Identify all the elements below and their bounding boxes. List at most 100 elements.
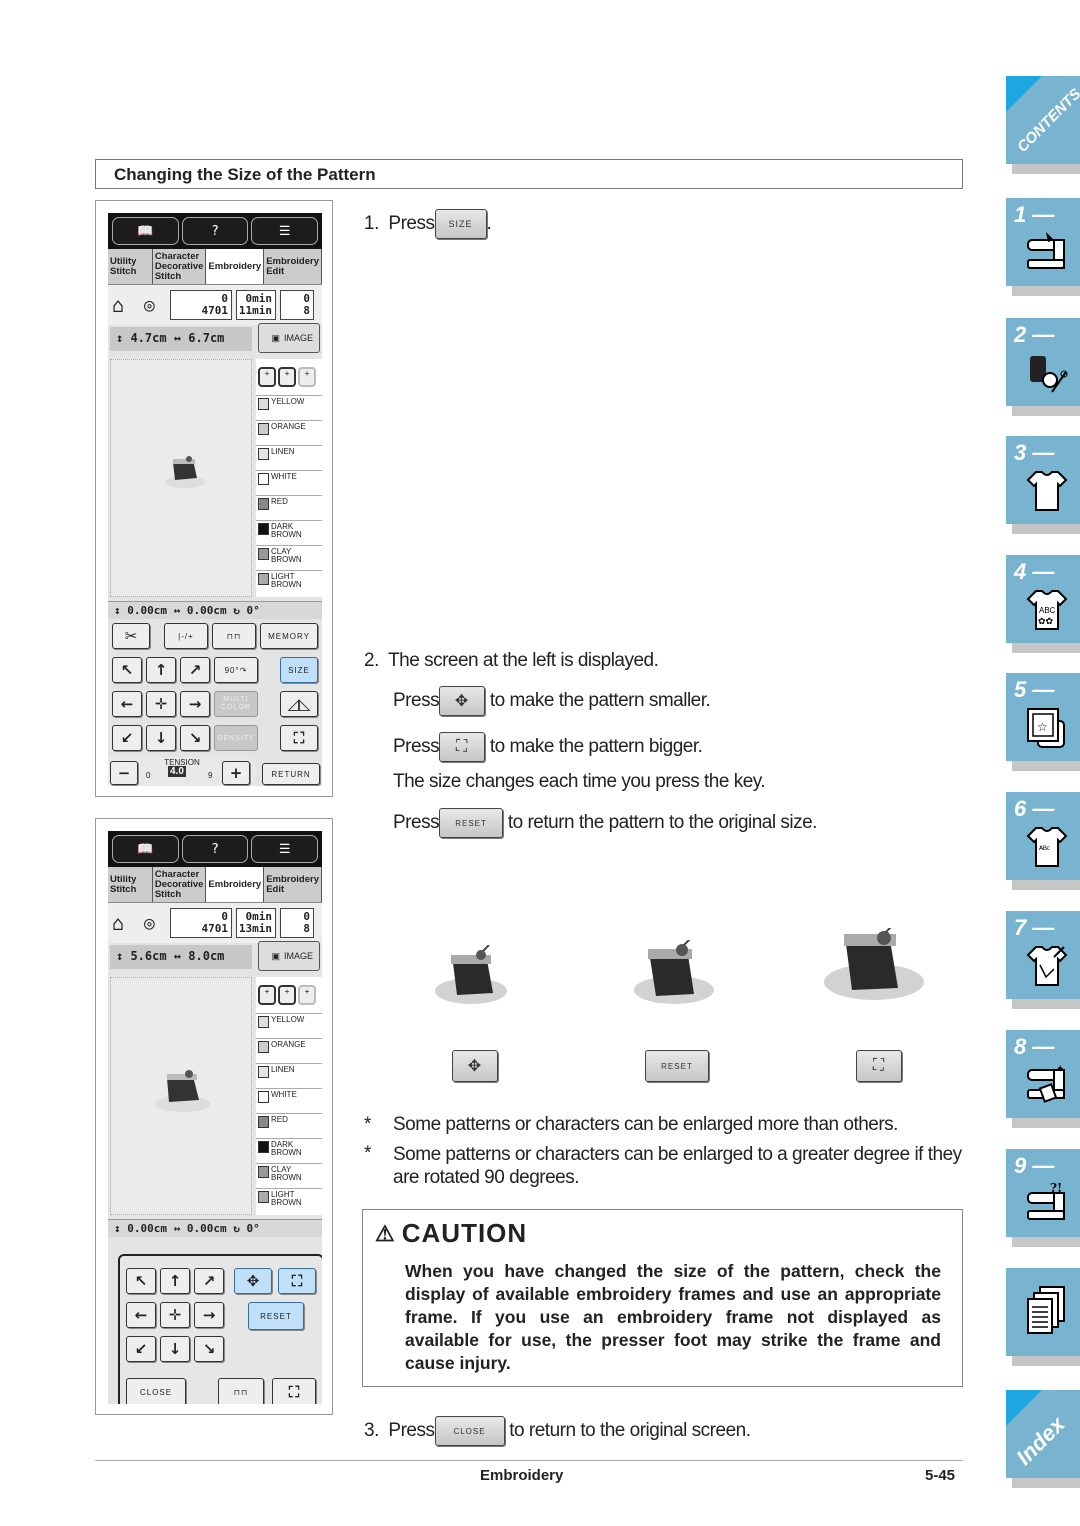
move-down-right-button[interactable]: ↘	[180, 725, 210, 751]
sewing-machine-icon	[1024, 230, 1068, 274]
tab-embroidery-edit[interactable]: Embroidery Edit	[264, 249, 322, 284]
multicolor-button[interactable]: MULTI COLOR	[214, 691, 258, 717]
color-item: YELLOW	[256, 1013, 322, 1038]
large-frame-icon: +	[258, 367, 276, 387]
tension-plus-button[interactable]: +	[222, 761, 250, 785]
side-tab-appendix[interactable]	[1006, 1268, 1080, 1366]
step-3: 3. Press CLOSE to return to the original …	[364, 1416, 751, 1446]
move-up-right-button[interactable]: ↗	[194, 1268, 224, 1294]
time-counter: 0min 11min	[236, 290, 276, 320]
color-counter: 08	[280, 908, 314, 938]
screen-1-frame: 📖 ? ☰ Utility Stitch Character Decorativ…	[95, 200, 333, 797]
lcd-screen-2: 📖 ? ☰ Utility Stitch Character Decorativ…	[108, 831, 322, 1404]
caution-box: ⚠ CAUTION When you have changed the size …	[362, 1209, 963, 1387]
color-item: DARK BROWN	[256, 1138, 322, 1163]
reference-book-button[interactable]: 📖	[112, 217, 179, 245]
side-tab-chapter-5[interactable]: 5 — ☆	[1006, 673, 1080, 771]
footer-divider	[95, 1460, 963, 1461]
tab-utility-stitch[interactable]: Utility Stitch	[108, 249, 153, 284]
documents-icon	[1024, 1286, 1068, 1334]
position-readout: ↕ 0.00cm ↔ 0.00cm ↻ 0°	[108, 601, 322, 619]
status-row: ⌂ ◎ 0 4701 0min 11min 08	[108, 285, 322, 325]
move-center-button[interactable]: ✛	[146, 691, 176, 717]
side-tab-chapter-8[interactable]: 8 — ✦	[1006, 1030, 1080, 1128]
settings-list-button[interactable]: ☰	[251, 835, 319, 863]
section-title: Changing the Size of the Pattern	[95, 159, 963, 189]
tension-value: 4.0	[168, 766, 186, 777]
shrink-key-image: ✥	[439, 686, 486, 716]
density-button[interactable]: DENSITY	[214, 725, 258, 751]
move-up-right-button[interactable]: ↗	[180, 657, 210, 683]
demo-reset-key: RESET	[645, 1050, 709, 1082]
move-up-left-button[interactable]: ↖	[112, 657, 142, 683]
svg-text:✦: ✦	[1056, 1064, 1064, 1075]
enlarge-button[interactable]: ⛶	[278, 1268, 316, 1294]
move-down-button[interactable]: ↓	[146, 725, 176, 751]
move-down-button[interactable]: ↓	[160, 1336, 190, 1362]
move-down-left-button[interactable]: ↙	[112, 725, 142, 751]
move-right-button[interactable]: →	[180, 691, 210, 717]
side-tab-chapter-7[interactable]: 7 —	[1006, 911, 1080, 1009]
size-button[interactable]: SIZE	[280, 657, 318, 683]
color-item: ORANGE	[256, 1038, 322, 1063]
rotate-button[interactable]: 90° ↷	[214, 657, 258, 683]
tab-embroidery[interactable]: Embroidery	[206, 249, 265, 284]
return-button[interactable]: RETURN	[262, 763, 320, 785]
tension-minus-button[interactable]: −	[110, 761, 138, 785]
reference-book-button[interactable]: 📖	[112, 835, 179, 863]
presser-foot-button[interactable]: ⊓⊓	[212, 623, 256, 649]
presser-foot-button[interactable]: ⊓⊓	[218, 1378, 264, 1404]
tab-utility-stitch[interactable]: Utility Stitch	[108, 867, 153, 902]
cut-button[interactable]: ✂	[112, 623, 150, 649]
reset-key-image: RESET	[439, 808, 504, 838]
reset-button[interactable]: RESET	[248, 1302, 304, 1330]
side-tab-chapter-2[interactable]: 2 —	[1006, 318, 1080, 416]
side-tab-chapter-4[interactable]: 4 — ABC ✿✿	[1006, 555, 1080, 653]
needle-position-button[interactable]: |-/+	[164, 623, 208, 649]
tab-character-decorative[interactable]: Character Decorative Stitch	[153, 249, 207, 284]
move-left-button[interactable]: ←	[112, 691, 142, 717]
side-tab-index[interactable]: Index	[1006, 1390, 1080, 1488]
side-tab-contents[interactable]: CONTENTS	[1006, 76, 1080, 174]
step-2-bigger: Press ⛶ to make the pattern bigger.	[393, 732, 703, 762]
color-item: WHITE	[256, 1088, 322, 1113]
mirror-button[interactable]: ◿◺	[280, 691, 318, 717]
cake-small-image	[435, 945, 507, 1004]
help-machine-button[interactable]: ?	[181, 835, 249, 863]
move-down-left-button[interactable]: ↙	[126, 1336, 156, 1362]
side-tab-chapter-3[interactable]: 3 —	[1006, 436, 1080, 534]
pattern-preview	[110, 977, 252, 1215]
image-button[interactable]: ▣ IMAGE	[258, 941, 320, 971]
shrink-button[interactable]: ✥	[234, 1268, 272, 1294]
trial-button[interactable]: ⛶	[272, 1378, 316, 1404]
move-left-button[interactable]: ←	[126, 1302, 156, 1328]
troubleshooting-machine-icon: ?!	[1024, 1181, 1068, 1225]
trial-button[interactable]: ⛶	[280, 725, 318, 751]
size-key-image: SIZE	[434, 209, 487, 239]
tab-embroidery-edit[interactable]: Embroidery Edit	[264, 867, 322, 902]
thread-color-list: + + + YELLOW ORANGE LINEN WHITE RED DARK B…	[256, 359, 322, 597]
tension-panel: TENSION − 0 4.0 9 +	[108, 757, 256, 786]
step-2-smaller: Press ✥ to make the pattern smaller.	[393, 686, 711, 716]
side-tab-chapter-1[interactable]: 1 —	[1006, 198, 1080, 296]
move-down-right-button[interactable]: ↘	[194, 1336, 224, 1362]
move-center-button[interactable]: ✛	[160, 1302, 190, 1328]
step-2-note: The size changes each time you press the…	[393, 771, 766, 792]
side-tab-chapter-9[interactable]: 9 —?!	[1006, 1149, 1080, 1247]
color-item: RED	[256, 1113, 322, 1138]
cake-pattern-icon	[155, 1070, 211, 1112]
tab-character-decorative[interactable]: Character Decorative Stitch	[153, 867, 207, 902]
move-up-button[interactable]: ↑	[160, 1268, 190, 1294]
bobbin-icon: ◎	[144, 294, 155, 316]
settings-list-button[interactable]: ☰	[251, 217, 319, 245]
close-button[interactable]: CLOSE	[126, 1378, 186, 1404]
move-up-button[interactable]: ↑	[146, 657, 176, 683]
color-item: LINEN	[256, 445, 322, 470]
move-right-button[interactable]: →	[194, 1302, 224, 1328]
tab-embroidery[interactable]: Embroidery	[206, 867, 265, 902]
image-button[interactable]: ▣ IMAGE	[258, 323, 320, 353]
move-up-left-button[interactable]: ↖	[126, 1268, 156, 1294]
help-machine-button[interactable]: ?	[181, 217, 249, 245]
memory-button[interactable]: MEMORY	[260, 623, 318, 649]
side-tab-chapter-6[interactable]: 6 — ᴬᴮᶜ	[1006, 792, 1080, 890]
